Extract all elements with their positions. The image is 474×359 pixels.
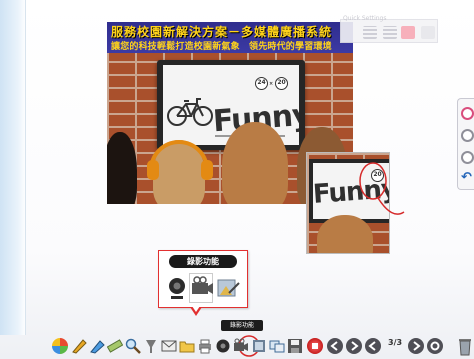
- bottom-toolbar: [52, 334, 474, 359]
- bicycle-icon: [167, 98, 213, 126]
- audience-head-left: [107, 132, 137, 204]
- record-function-popup: 錄影功能: [158, 250, 248, 308]
- camera-icon[interactable]: [215, 338, 231, 354]
- trash-icon[interactable]: [458, 336, 472, 356]
- exit-icon[interactable]: [427, 338, 443, 354]
- badge-times: ×: [269, 81, 274, 87]
- pause-button-icon[interactable]: [461, 129, 474, 142]
- save-icon[interactable]: [287, 338, 303, 354]
- page-next-icon[interactable]: [408, 338, 424, 354]
- slide-title: 服務校園新解決方案－多媒體廣播系統: [111, 25, 333, 39]
- printer-icon[interactable]: [197, 338, 213, 354]
- slide-subtitle: 讓您的科技輕鬆打造校園新氣象 領先時代的學習環境: [111, 42, 332, 52]
- inset-tv-screen: Funny 20: [313, 163, 389, 219]
- popup-title: 錄影功能: [169, 255, 237, 268]
- magnify-icon[interactable]: [125, 338, 141, 354]
- strip-edge: [25, 0, 26, 335]
- zoom-inset[interactable]: Funny 20: [306, 152, 390, 254]
- prev-icon[interactable]: [327, 338, 343, 354]
- record-icon[interactable]: [233, 338, 249, 354]
- badge-20: 20: [275, 77, 288, 90]
- audience-head-right: [222, 122, 288, 204]
- mail-icon[interactable]: [161, 338, 177, 354]
- video-recorder-icon[interactable]: [189, 273, 213, 303]
- image-capture-icon[interactable]: [215, 273, 240, 303]
- ruler-icon[interactable]: [106, 338, 124, 354]
- screens-icon[interactable]: [269, 338, 285, 354]
- color-swatch-icon[interactable]: [401, 26, 415, 39]
- badge-24: 24: [255, 77, 268, 90]
- popup-tail-inner: [192, 306, 200, 312]
- undo-arrow-icon[interactable]: ↶: [461, 171, 474, 184]
- pencil-icon[interactable]: [421, 26, 435, 39]
- film-icon[interactable]: [251, 338, 267, 354]
- inset-badge-20: 20: [371, 169, 384, 182]
- marker-icon[interactable]: [89, 338, 105, 354]
- pen-icon[interactable]: [71, 338, 87, 354]
- stop-icon[interactable]: [307, 338, 323, 354]
- grid-icon[interactable]: [363, 26, 377, 39]
- list-icon[interactable]: [383, 26, 397, 39]
- inset-audience-head: [317, 215, 373, 253]
- toolbar-tooltip: 錄影功能: [221, 320, 263, 331]
- headphone-right: [201, 160, 213, 180]
- spotlight-icon[interactable]: [143, 338, 159, 354]
- page-prev-icon[interactable]: [365, 338, 381, 354]
- windows-logo-icon[interactable]: [52, 338, 68, 354]
- folder-icon[interactable]: [179, 338, 195, 354]
- slide-sorter-strip[interactable]: [0, 0, 26, 335]
- webcam-icon[interactable]: [165, 273, 189, 303]
- page-counter: 3/3: [388, 338, 403, 347]
- next-icon[interactable]: [346, 338, 362, 354]
- stop-button-icon[interactable]: [461, 151, 474, 164]
- whiteboard-screen: 服務校園新解決方案－多媒體廣播系統 讓您的科技輕鬆打造校園新氣象 領先時代的學習…: [0, 0, 474, 359]
- headphone-left: [147, 160, 159, 180]
- record-button-icon[interactable]: [461, 107, 474, 120]
- right-tool-panel: ↶: [457, 98, 474, 190]
- floating-toolbar-title: Quick Settings: [343, 15, 387, 22]
- inset-tv: Funny 20: [309, 159, 389, 223]
- floating-toolbar[interactable]: Quick Settings: [340, 15, 438, 43]
